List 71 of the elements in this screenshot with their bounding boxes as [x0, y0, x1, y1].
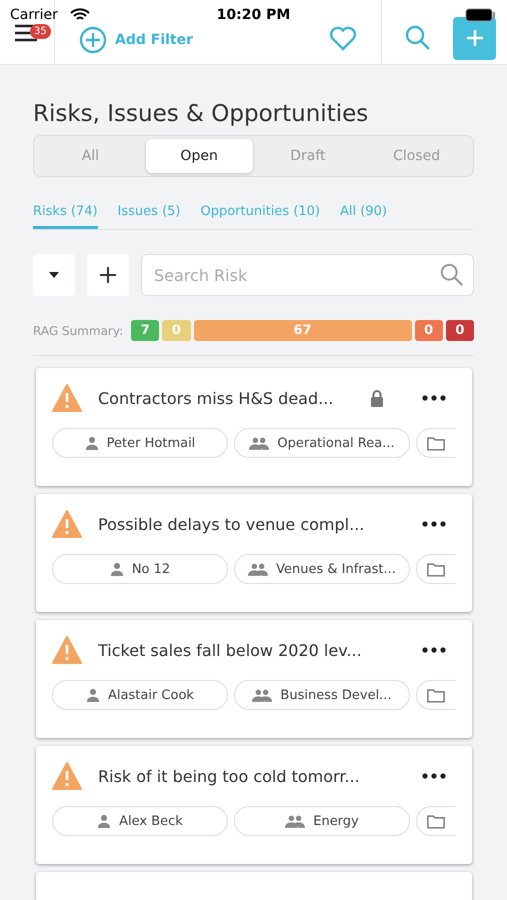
add-risk-button[interactable] [87, 254, 129, 296]
heart-icon [329, 25, 357, 51]
risk-card[interactable]: Ticket sales fall below 2020 lev... Alastair Cook Business Devel... [36, 620, 472, 738]
owner-name: Peter Hotmail [106, 436, 196, 450]
risk-title: Risk of it being too cold tomorr... [98, 766, 360, 786]
group-icon [252, 688, 272, 702]
person-icon [97, 814, 112, 828]
person-icon [84, 436, 99, 450]
owner-name: Alex Beck [119, 814, 183, 828]
owner-chip[interactable]: Peter Hotmail [52, 428, 228, 458]
owner-name: No 12 [132, 562, 170, 576]
rag-segment: 7 [131, 320, 160, 341]
battery-icon [465, 8, 495, 22]
more-icon [422, 521, 446, 527]
owner-chip[interactable]: Alastair Cook [52, 680, 228, 710]
plus-icon [99, 266, 117, 284]
risk-title: Possible delays to venue compl... [98, 514, 364, 534]
owner-name: Alastair Cook [108, 688, 194, 702]
team-chip[interactable]: Energy [234, 806, 410, 836]
folder-chip[interactable] [416, 680, 456, 710]
plus-icon [464, 28, 484, 48]
folder-chip[interactable] [416, 428, 456, 458]
risk-card[interactable]: Risk of it being too cold tomorr... Alex Beck Energy [36, 746, 472, 864]
more-icon [422, 647, 446, 653]
caret-icon [49, 272, 59, 278]
rag-segment: 0 [446, 320, 474, 341]
carrier-name: Carrier [10, 7, 58, 23]
warning-icon [52, 510, 82, 538]
notification-badge: 35 [30, 24, 51, 39]
folder-icon [427, 688, 445, 702]
owner-chip[interactable]: No 12 [52, 554, 228, 584]
team-name: Business Devel... [280, 688, 392, 702]
risk-card[interactable]: Contractors miss H&S dead... Peter Hotmail Operational Rea... [36, 368, 472, 486]
folder-icon [427, 436, 445, 450]
team-name: Energy [313, 814, 359, 828]
team-chip[interactable]: Venues & Infrast... [234, 554, 410, 584]
warning-icon [52, 636, 82, 664]
folder-chip[interactable] [416, 806, 456, 836]
group-icon [285, 814, 306, 828]
warning-icon [52, 762, 82, 790]
wifi-icon [70, 8, 90, 22]
risk-title: Contractors miss H&S dead... [98, 388, 334, 408]
team-chip[interactable]: Business Devel... [234, 680, 410, 710]
risk-card[interactable]: Possible delays to venue compl... No 12 Venues & Infrast... [36, 494, 472, 612]
clock-time: 10:20 PM [216, 7, 290, 23]
team-name: Venues & Infrast... [276, 562, 396, 576]
add-button[interactable] [453, 16, 496, 60]
rag-segment: 67 [194, 320, 412, 341]
owner-chip[interactable]: Alex Beck [52, 806, 228, 836]
segment-tab[interactable]: Open [146, 139, 252, 173]
team-chip[interactable]: Operational Rea... [234, 428, 410, 458]
more-icon [422, 395, 446, 401]
rag-segment: 0 [414, 320, 443, 341]
person-icon [110, 562, 124, 576]
search-field[interactable]: Search Risk [141, 254, 474, 296]
rag-segment: 0 [162, 320, 191, 341]
more-icon [422, 773, 446, 779]
rag-summary-label: RAG Summary: [33, 324, 124, 338]
folder-icon [427, 814, 445, 828]
team-name: Operational Rea... [277, 436, 395, 450]
risk-title: Ticket sales fall below 2020 lev... [98, 640, 362, 660]
group-icon [248, 562, 268, 576]
plus-circle-icon [79, 26, 107, 54]
search-icon [440, 263, 464, 287]
search-icon [404, 25, 430, 51]
page-title: Risks, Issues & Opportunities [33, 101, 370, 127]
folder-chip[interactable] [416, 554, 456, 584]
person-icon [86, 688, 100, 702]
warning-icon [52, 384, 82, 412]
folder-icon [427, 562, 445, 576]
group-icon [249, 436, 270, 450]
